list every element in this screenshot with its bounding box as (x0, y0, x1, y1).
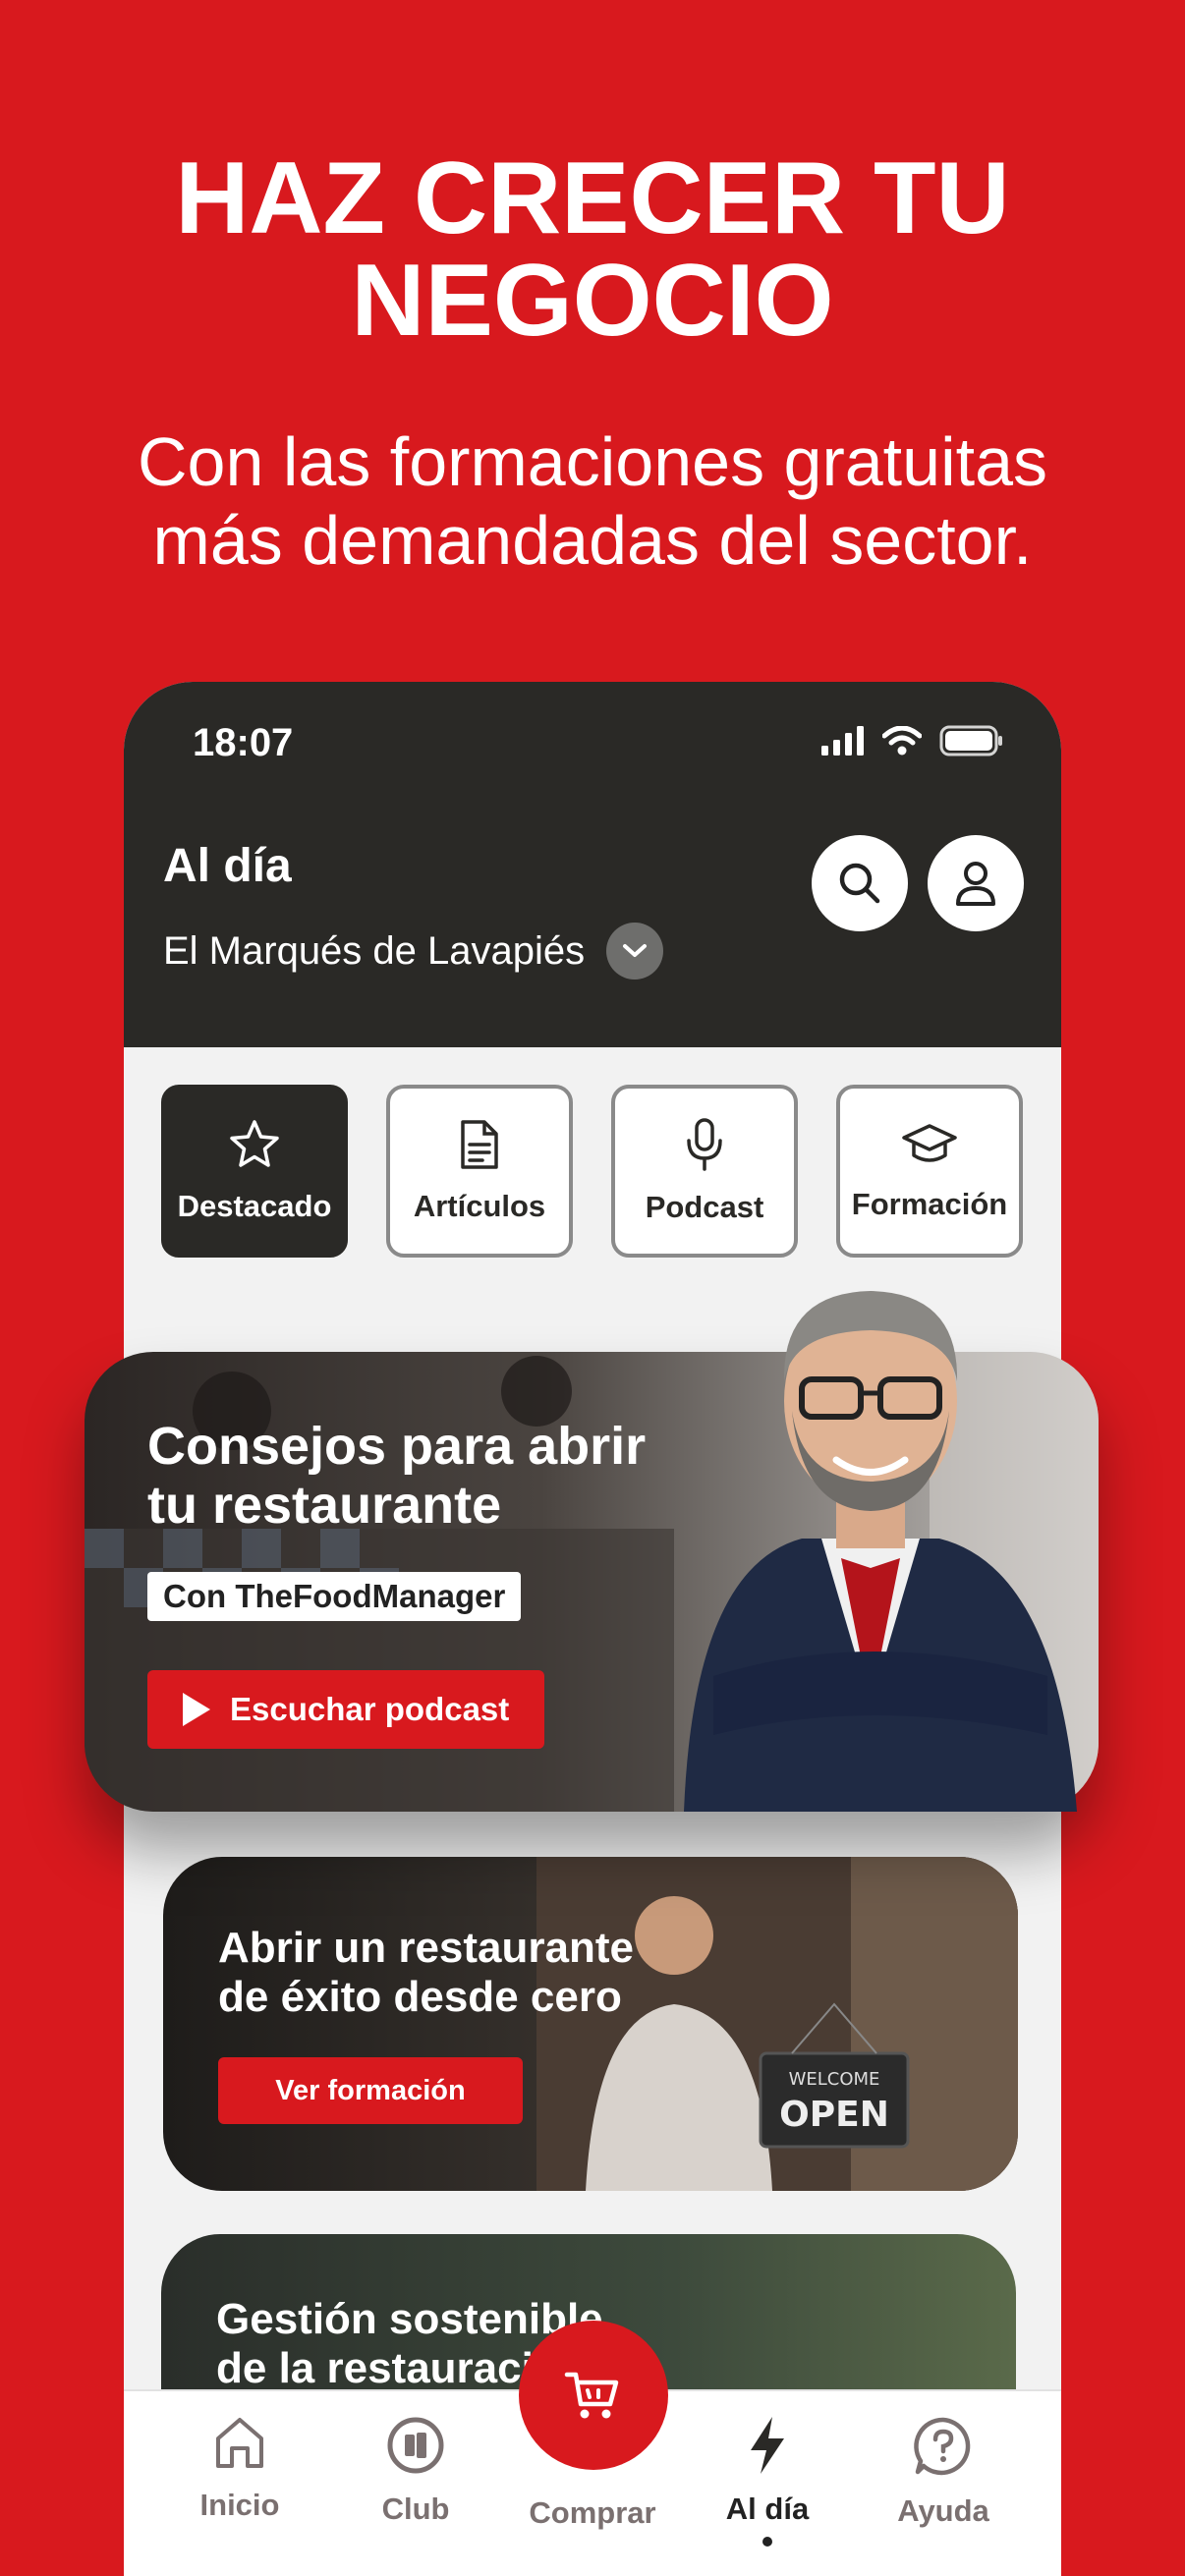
tab-label: Club (381, 2492, 450, 2526)
training-card[interactable]: WELCOME OPEN Abrir un restaurante de éxi… (163, 1857, 1018, 2191)
hero-title-line2: tu restaurante (147, 1476, 502, 1535)
tab-comprar[interactable]: Comprar (519, 2495, 666, 2531)
wifi-icon (882, 726, 922, 756)
star-icon (230, 1120, 279, 1167)
profile-button[interactable] (928, 835, 1024, 931)
card-photo: WELCOME OPEN (536, 1857, 1018, 2191)
battery-icon (939, 725, 1002, 756)
search-button[interactable] (812, 835, 908, 931)
promo-subtitle-line1: Con las formaciones gratuitas (138, 423, 1047, 500)
tab-label: Comprar (529, 2495, 656, 2530)
signal-icon (821, 726, 864, 756)
sign-welcome: WELCOME (789, 2069, 880, 2090)
bolt-icon (751, 2417, 784, 2474)
promo-title: HAZ CRECER TU NEGOCIO (0, 147, 1185, 352)
sign-open: OPEN (779, 2095, 889, 2135)
card-title-line1: Abrir un restaurante (218, 1924, 634, 1972)
tab-label: Al día (725, 2492, 810, 2526)
user-icon (956, 862, 995, 906)
location-label: El Marqués de Lavapiés (163, 928, 586, 973)
ver-formacion-button[interactable]: Ver formación (218, 2057, 523, 2124)
category-destacado[interactable]: Destacado (161, 1085, 348, 1258)
hero-host-tag: Con TheFoodManager (147, 1572, 522, 1621)
tab-ayuda[interactable]: Ayuda (870, 2415, 1017, 2529)
featured-podcast-card[interactable]: Consejos para abrir tu restaurante Con T… (85, 1291, 1099, 1812)
location-selector[interactable]: El Marqués de Lavapiés (163, 923, 664, 980)
help-icon (914, 2417, 971, 2476)
chevron-down-icon (606, 923, 664, 980)
category-label: Artículos (413, 1189, 546, 1223)
active-tab-indicator (762, 2537, 772, 2547)
status-time: 18:07 (193, 721, 294, 764)
promo-title-line2: NEGOCIO (351, 244, 834, 358)
cart-icon (564, 2372, 619, 2419)
cart-button[interactable] (519, 2321, 668, 2470)
category-articulos[interactable]: Artículos (386, 1085, 573, 1258)
play-icon (183, 1693, 210, 1726)
category-label: Destacado (177, 1189, 332, 1223)
tab-club[interactable]: Club (342, 2415, 489, 2527)
tab-label: Ayuda (897, 2493, 989, 2528)
home-icon (216, 2418, 263, 2468)
club-icon (387, 2417, 444, 2474)
promo-title-line1: HAZ CRECER TU (175, 141, 1010, 255)
tab-label: Inicio (199, 2488, 280, 2522)
page-title: Al día (163, 840, 292, 892)
search-icon (839, 863, 880, 904)
tab-inicio[interactable]: Inicio (166, 2415, 313, 2523)
microphone-icon (687, 1118, 722, 1171)
graduation-cap-icon (902, 1124, 957, 1162)
document-icon (461, 1120, 498, 1169)
card-title-line2: de éxito desde cero (218, 1973, 622, 2021)
hero-title: Consejos para abrir tu restaurante (147, 1417, 698, 1535)
promo-subtitle-line2: más demandadas del sector. (152, 502, 1033, 579)
listen-podcast-button[interactable]: Escuchar podcast (147, 1670, 545, 1749)
presenter-photo (684, 1291, 1077, 1812)
hero-title-line1: Consejos para abrir (147, 1417, 647, 1476)
status-icons (821, 725, 1004, 756)
listen-podcast-label: Escuchar podcast (230, 1691, 510, 1727)
app-header: 18:07 Al día El Marqués de Lavapiés (124, 682, 1061, 1047)
promo-subtitle: Con las formaciones gratuitas más demand… (0, 422, 1185, 580)
tab-al-dia[interactable]: Al día (694, 2415, 841, 2547)
card-title: Abrir un restaurante de éxito desde cero (218, 1924, 634, 2022)
